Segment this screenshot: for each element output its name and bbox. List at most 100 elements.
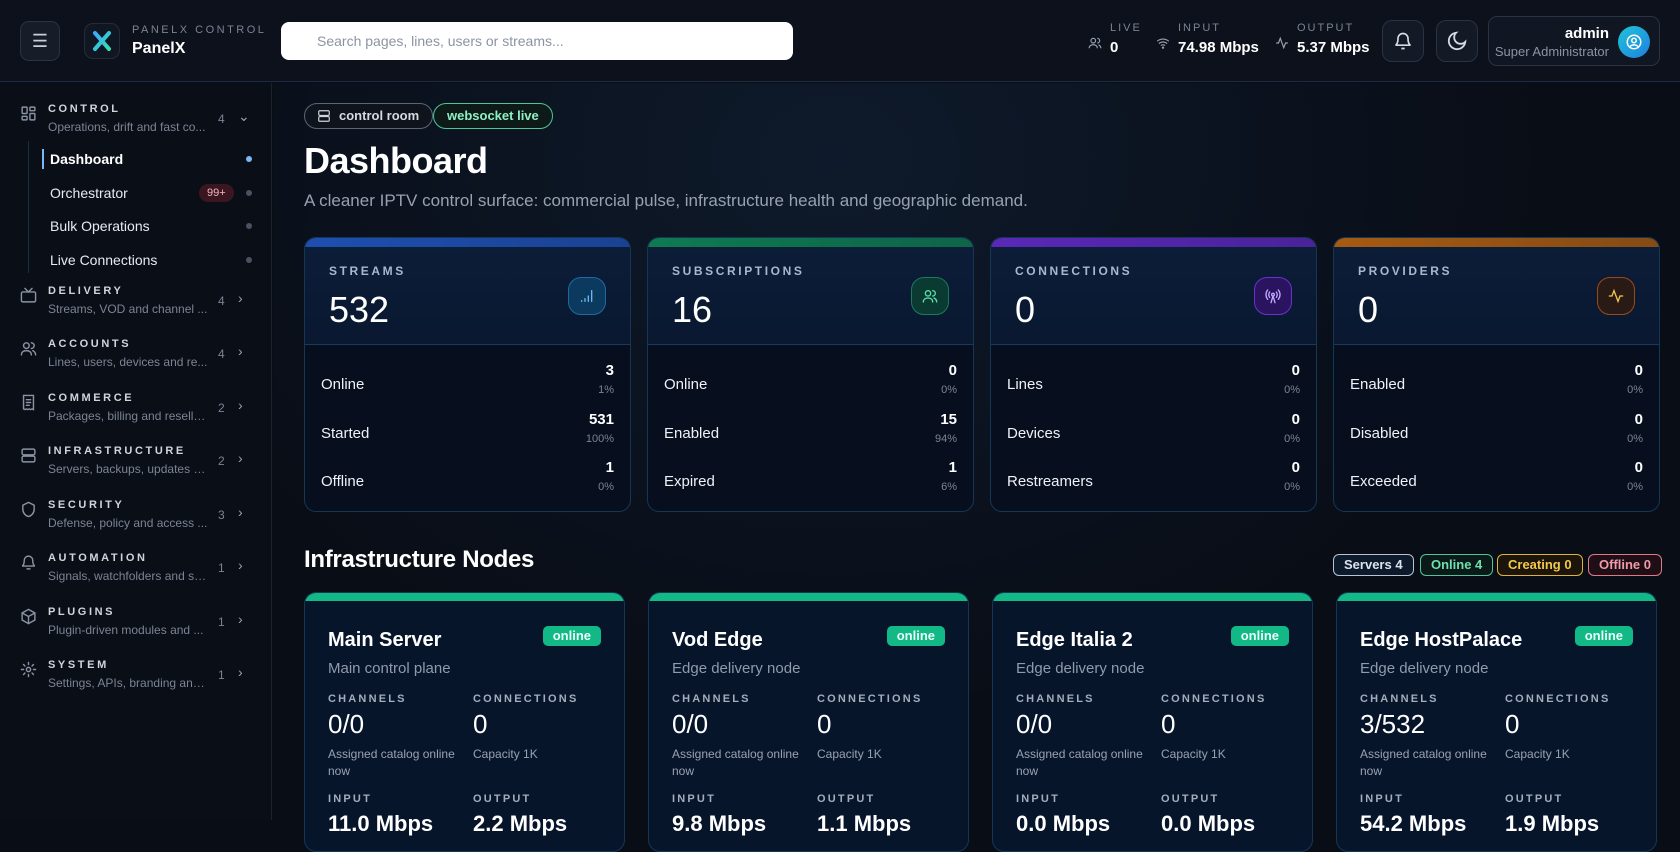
control-room-chip: control room — [304, 103, 434, 129]
stat-label: INPUT — [1178, 22, 1221, 34]
logo — [84, 23, 120, 59]
stat-card-providers[interactable]: PROVIDERS 0 Enabled 0 0% Disabled 0 0% E… — [1333, 237, 1660, 512]
notifications-button[interactable] — [1382, 20, 1424, 62]
server-icon — [318, 110, 330, 122]
theme-toggle-button[interactable] — [1436, 20, 1478, 62]
row-label: Offline — [321, 473, 365, 490]
sidebar-group-plugins[interactable]: PLUGINS Plugin-driven modules and ... 1 … — [0, 606, 272, 656]
card-value: 0 — [1015, 289, 1036, 330]
node-card[interactable]: Vod Edge online Edge delivery node CHANN… — [648, 592, 969, 852]
sidebar-item-live-connections[interactable]: Live Connections — [29, 246, 261, 274]
brand-subtitle: PANELX CONTROL — [132, 24, 267, 36]
sidebar-item-dashboard[interactable]: Dashboard — [29, 145, 261, 173]
broadcast-icon — [1265, 289, 1281, 304]
sidebar-group-accounts[interactable]: ACCOUNTS Lines, users, devices and re...… — [0, 338, 272, 388]
bell-icon — [21, 555, 36, 570]
user-role: Super Administrator — [1494, 44, 1609, 59]
sidebar-group-commerce[interactable]: COMMERCE Packages, billing and reselle..… — [0, 392, 272, 442]
status-badge: online — [1230, 626, 1289, 646]
menu-toggle-button[interactable]: ☰ — [20, 21, 60, 61]
card-row: Online 0 0% — [664, 362, 957, 406]
row-value: 1 — [948, 459, 957, 476]
card-row: Expired 1 6% — [664, 459, 957, 503]
connections-value: 0 — [473, 709, 488, 739]
sidebar-item-label: Dashboard — [50, 151, 124, 167]
avatar — [1618, 26, 1650, 58]
node-card[interactable]: Main Server online Main control plane CH… — [304, 592, 625, 852]
sidebar-group-infrastructure[interactable]: INFRASTRUCTURE Servers, backups, updates… — [0, 445, 272, 495]
connections-value: 0 — [1505, 709, 1520, 739]
node-description: Edge delivery node — [1016, 660, 1145, 677]
capacity-caption: Capacity 1K — [473, 747, 538, 761]
sidebar-group-system[interactable]: SYSTEM Settings, APIs, branding and... 1… — [0, 659, 272, 709]
group-title: DELIVERY — [48, 285, 124, 297]
node-description: Edge delivery node — [1360, 660, 1489, 677]
card-title: SUBSCRIPTIONS — [672, 264, 805, 278]
sidebar-group-security[interactable]: SECURITY Defense, policy and access ... … — [0, 499, 272, 549]
card-accent-bar — [305, 238, 630, 247]
group-title: COMMERCE — [48, 392, 135, 404]
row-label: Lines — [1007, 376, 1043, 393]
group-title: SYSTEM — [48, 659, 109, 671]
chevron-right-icon: › — [238, 450, 243, 466]
stat-value: 0 — [1110, 39, 1119, 56]
row-percent: 1% — [598, 384, 614, 396]
row-percent: 0% — [1627, 432, 1643, 445]
group-count: 4 — [218, 112, 225, 126]
group-count: 1 — [218, 561, 225, 575]
stat-card-connections[interactable]: CONNECTIONS 0 Lines 0 0% Devices 0 0% Re… — [990, 237, 1317, 512]
capacity-caption: Capacity 1K — [817, 747, 882, 761]
group-title: CONTROL — [48, 103, 121, 115]
sidebar-group-automation[interactable]: AUTOMATION Signals, watchfolders and sc.… — [0, 552, 272, 602]
card-value: 0 — [1358, 289, 1379, 330]
row-label: Online — [321, 376, 365, 393]
group-description: Streams, VOD and channel ... — [48, 302, 208, 316]
row-label: Online — [664, 376, 708, 393]
search-input[interactable] — [281, 22, 793, 60]
connections-label: CONNECTIONS — [817, 693, 923, 705]
status-badge: online — [542, 626, 601, 646]
row-percent: 0% — [1627, 481, 1643, 493]
group-count: 1 — [218, 668, 225, 682]
sidebar-group-delivery[interactable]: DELIVERY Streams, VOD and channel ... 4 … — [0, 285, 272, 335]
group-count: 2 — [218, 454, 225, 468]
node-card[interactable]: Edge Italia 2 online Edge delivery node … — [992, 592, 1313, 852]
shield-icon — [22, 501, 35, 518]
user-menu[interactable]: admin Super Administrator — [1488, 16, 1660, 66]
signal-icon — [581, 290, 593, 302]
receipt-icon — [22, 394, 35, 411]
row-value: 0 — [1291, 410, 1300, 428]
card-accent-bar — [991, 238, 1316, 247]
package-icon — [21, 608, 36, 625]
node-description: Main control plane — [328, 660, 451, 677]
node-description: Edge delivery node — [672, 660, 801, 677]
brand-name: PanelX — [132, 40, 186, 57]
stat-label: OUTPUT — [1297, 22, 1355, 34]
input-value: 11.0 Mbps — [328, 811, 434, 836]
control-subnav: Dashboard Orchestrator 99+ Bulk Operatio… — [28, 141, 258, 273]
node-status-bar — [649, 593, 968, 601]
sidebar-item-bulk-operations[interactable]: Bulk Operations — [29, 212, 261, 240]
chevron-right-icon: › — [238, 611, 243, 627]
section-title: Infrastructure Nodes — [304, 546, 535, 573]
row-percent: 94% — [934, 432, 957, 445]
users-icon — [1088, 37, 1102, 49]
group-title: ACCOUNTS — [48, 338, 132, 350]
stat-card-streams[interactable]: STREAMS 532 Online 3 1% Started 531 100%… — [304, 237, 631, 512]
row-value: 1 — [605, 459, 614, 476]
users-icon — [20, 342, 37, 356]
sidebar-item-orchestrator[interactable]: Orchestrator 99+ — [29, 179, 261, 207]
node-card[interactable]: Edge HostPalace online Edge delivery nod… — [1336, 592, 1657, 852]
input-value: 0.0 Mbps — [1016, 811, 1111, 836]
sidebar: CONTROL Operations, drift and fast co...… — [0, 83, 272, 820]
node-status-bar — [993, 593, 1312, 601]
card-row: Exceeded 0 0% — [1350, 459, 1643, 503]
output-value: 1.1 Mbps — [817, 811, 912, 836]
channels-value: 0/0 — [1016, 709, 1053, 739]
connections-label: CONNECTIONS — [1161, 693, 1267, 705]
stat-label: LIVE — [1110, 22, 1142, 34]
output-value: 2.2 Mbps — [473, 811, 568, 836]
stat-card-subscriptions[interactable]: SUBSCRIPTIONS 16 Online 0 0% Enabled 15 … — [647, 237, 974, 512]
input-stat: INPUT 74.98 Mbps — [1156, 22, 1259, 56]
group-description: Defense, policy and access ... — [48, 516, 208, 530]
